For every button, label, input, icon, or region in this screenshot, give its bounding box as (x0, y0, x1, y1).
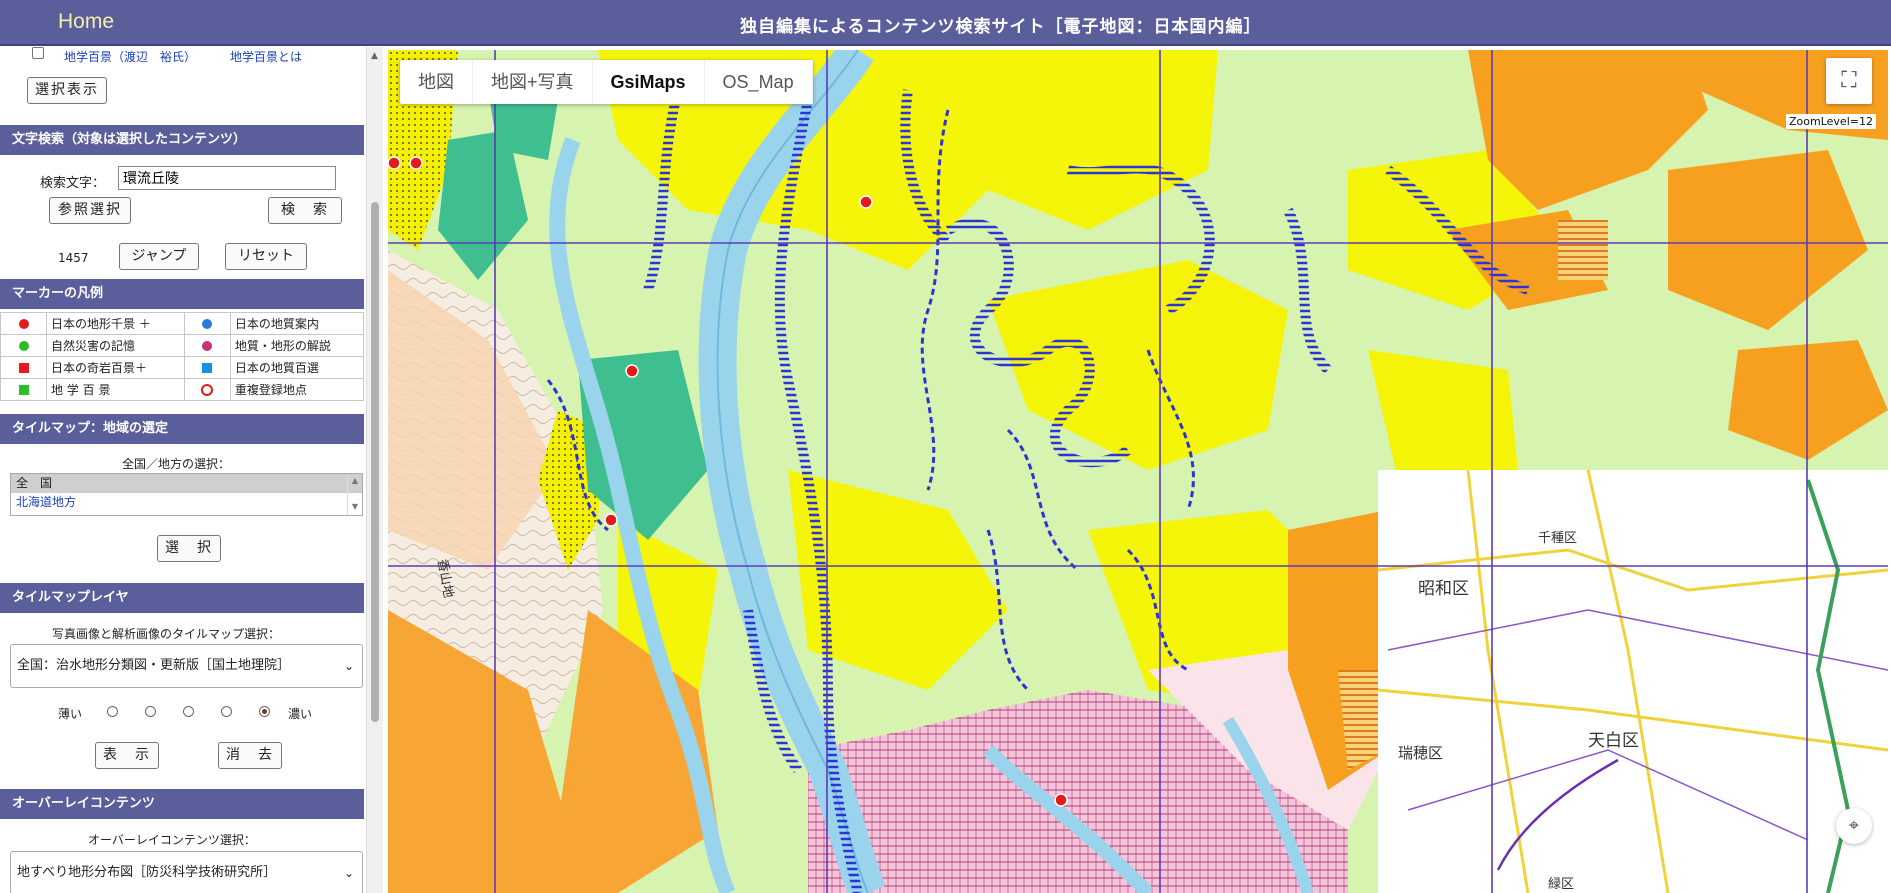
region-option[interactable]: 全 国 (11, 474, 362, 493)
map-label: 緑区 (1548, 877, 1574, 892)
content-checkbox[interactable] (32, 47, 44, 59)
legend-label: 日本の奇岩百景＋ (46, 356, 185, 379)
search-input[interactable] (118, 166, 336, 190)
site-title: 独自編集によるコンテンツ検索サイト［電子地図：日本国内編］ (740, 17, 1262, 37)
magenta-circle-marker-icon (202, 341, 213, 351)
overlay-select[interactable]: 地すべり地形分布図［防災科学技術研究所］ ⌄ (10, 851, 363, 893)
overlay-label: オーバーレイコンテンツ選択： (88, 833, 256, 847)
select-display-button[interactable]: 選択表示 (27, 77, 107, 104)
clear-button[interactable]: 消 去 (218, 742, 282, 769)
map-marker[interactable] (859, 195, 873, 209)
tile-layer-selected: 全国：治水地形分類図・更新版［国土地理院］ (17, 658, 291, 673)
locate-icon[interactable]: ⌖ (1836, 808, 1872, 844)
green-square-marker-icon (18, 385, 29, 395)
search-label: 検索文字： (40, 176, 106, 191)
map-label: 瑞穂区 (1398, 744, 1443, 762)
overlay-selected: 地すべり地形分布図［防災科学技術研究所］ (17, 865, 277, 880)
map-label: 天白区 (1588, 731, 1639, 751)
legend-label: 地質・地形の解説 (229, 334, 365, 357)
map-marker[interactable] (388, 156, 401, 170)
legend-label: 日本の地質百選 (229, 356, 365, 379)
blue-square-marker-icon (202, 363, 213, 373)
content-item-label[interactable]: 地学百景（渡辺 裕氏） (64, 48, 196, 65)
listbox-scrollbar[interactable]: ▲ ▼ (347, 474, 362, 515)
map-view[interactable]: 昭和区 瑞穂区 天白区 千種区 緑区 香山地 (388, 50, 1888, 893)
marker-legend-table: 日本の地形千景 ＋ 日本の地質案内 自然災害の記憶 地質・地形の解説 日本の奇岩… (0, 312, 365, 401)
legend-label: 自然災害の記憶 (46, 334, 185, 357)
legend-label: 日本の地形千景 ＋ (46, 312, 185, 335)
green-circle-marker-icon (18, 341, 29, 351)
legend-heading: マーカーの凡例 (0, 279, 364, 309)
map-marker[interactable] (1054, 793, 1068, 807)
region-option[interactable]: 北海道地方 (11, 493, 362, 512)
content-item-about-link[interactable]: 地学百景とは (230, 48, 302, 65)
legend-label: 重複登録地点 (229, 378, 365, 401)
map-label: 昭和区 (1418, 579, 1469, 599)
opacity-radio-1[interactable] (107, 706, 118, 717)
tile-layer-heading: タイルマップレイヤ (0, 583, 364, 613)
opacity-radio-4[interactable] (221, 706, 232, 717)
tab-gsimaps[interactable]: GsiMaps (593, 60, 705, 104)
legend-row: 日本の奇岩百景＋ 日本の地質百選 (0, 356, 365, 379)
tab-map[interactable]: 地図 (400, 60, 473, 104)
home-link[interactable]: Home (58, 10, 114, 34)
opacity-radio-3[interactable] (183, 706, 194, 717)
search-button[interactable]: 検 索 (268, 197, 342, 224)
opacity-dark-label: 濃い (288, 707, 313, 721)
overlay-heading: オーバーレイコンテンツ (0, 789, 364, 819)
map-type-tabs: 地図 地図+写真 GsiMaps OS_Map (400, 60, 813, 104)
map-marker[interactable] (409, 156, 423, 170)
sidebar: 地学百景（渡辺 裕氏） 地学百景とは 選択表示 文字検索（対象は選択したコンテン… (0, 47, 366, 893)
region-listbox[interactable]: 全 国 北海道地方 ▲ ▼ (10, 473, 363, 516)
scrollbar-thumb[interactable] (371, 202, 379, 722)
legend-label: 地 学 百 景 (46, 378, 185, 401)
sidebar-scrollbar[interactable]: ▲ (366, 47, 383, 893)
opacity-radio-2[interactable] (145, 706, 156, 717)
opacity-radio-5[interactable] (259, 706, 270, 717)
red-square-marker-icon (18, 363, 29, 373)
result-count: 1457 (58, 251, 89, 265)
tile-layer-label: 写真画像と解析画像のタイルマップ選択： (52, 627, 281, 641)
fullscreen-icon[interactable]: ⛶ (1826, 58, 1872, 104)
opacity-light-label: 薄い (58, 707, 83, 721)
legend-row: 地 学 百 景 重複登録地点 (0, 378, 365, 401)
map-marker[interactable] (604, 513, 618, 527)
show-button[interactable]: 表 示 (95, 742, 159, 769)
tab-os-map[interactable]: OS_Map (705, 60, 813, 104)
red-ring-marker-icon (201, 384, 214, 396)
browse-select-button[interactable]: 参照選択 (49, 197, 131, 224)
red-circle-marker-icon (18, 319, 29, 329)
tile-layer-select[interactable]: 全国：治水地形分類図・更新版［国土地理院］ ⌄ (10, 644, 363, 688)
tile-region-heading: タイルマップ：地域の選定 (0, 414, 364, 444)
text-search-heading: 文字検索（対象は選択したコンテンツ） (0, 125, 364, 155)
map-canvas: 昭和区 瑞穂区 天白区 千種区 緑区 香山地 (388, 50, 1888, 893)
map-marker[interactable] (625, 364, 639, 378)
reset-button[interactable]: リセット (225, 243, 307, 270)
chevron-down-icon: ⌄ (343, 866, 354, 880)
legend-label: 日本の地質案内 (229, 312, 365, 335)
scroll-up-icon[interactable]: ▲ (371, 51, 378, 61)
chevron-down-icon: ⌄ (343, 659, 354, 673)
region-label: 全国／地方の選択： (122, 457, 231, 471)
map-label: 千種区 (1538, 530, 1577, 546)
tab-map-photo[interactable]: 地図+写真 (473, 60, 593, 104)
blue-circle-marker-icon (202, 319, 213, 329)
jump-button[interactable]: ジャンプ (119, 243, 199, 270)
legend-row: 日本の地形千景 ＋ 日本の地質案内 (0, 312, 365, 335)
region-select-button[interactable]: 選 択 (157, 535, 221, 562)
zoom-level-readout: ZoomLevel=12 (1786, 114, 1876, 129)
legend-row: 自然災害の記憶 地質・地形の解説 (0, 334, 365, 357)
top-bar: Home 独自編集によるコンテンツ検索サイト［電子地図：日本国内編］ (0, 0, 1891, 46)
